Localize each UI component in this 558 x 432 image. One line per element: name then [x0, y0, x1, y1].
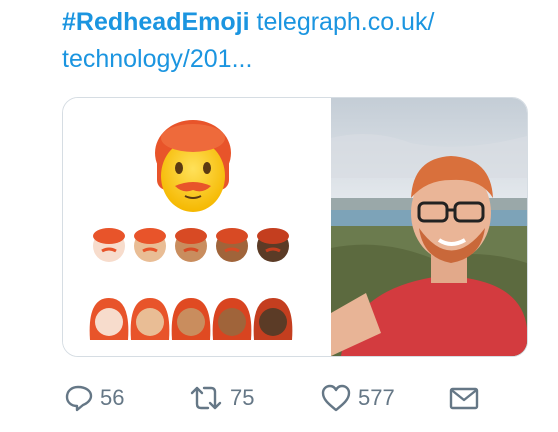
share-action[interactable] — [448, 378, 480, 418]
photo-illustration — [331, 98, 527, 356]
heart-icon[interactable] — [320, 383, 352, 413]
retweet-action[interactable]: 75 — [188, 378, 254, 418]
envelope-icon[interactable] — [448, 383, 480, 413]
url-link-line1[interactable]: telegraph.co.uk/ — [257, 8, 435, 36]
hashtag-link[interactable]: #RedheadEmoji — [62, 8, 250, 36]
media-card[interactable] — [62, 97, 528, 357]
large-emoji-icon — [155, 120, 231, 212]
emoji-row-women — [89, 298, 293, 340]
tweet-text: #RedheadEmoji telegraph.co.uk/ technolog… — [62, 4, 542, 78]
like-action[interactable]: 577 — [320, 378, 395, 418]
emoji-illustration — [89, 120, 293, 340]
retweet-icon[interactable] — [188, 383, 224, 413]
url-link-line2[interactable]: technology/201... — [62, 45, 252, 73]
like-count: 577 — [358, 385, 395, 410]
retweet-count: 75 — [230, 385, 255, 410]
emoji-image[interactable] — [63, 98, 329, 356]
reply-icon[interactable] — [64, 383, 94, 413]
reply-count: 56 — [100, 385, 125, 410]
emoji-row-men — [93, 228, 289, 262]
selfie-photo[interactable] — [331, 98, 527, 356]
reply-action[interactable]: 56 — [64, 378, 124, 418]
tweet-actions: 56 75 577 — [62, 378, 542, 418]
